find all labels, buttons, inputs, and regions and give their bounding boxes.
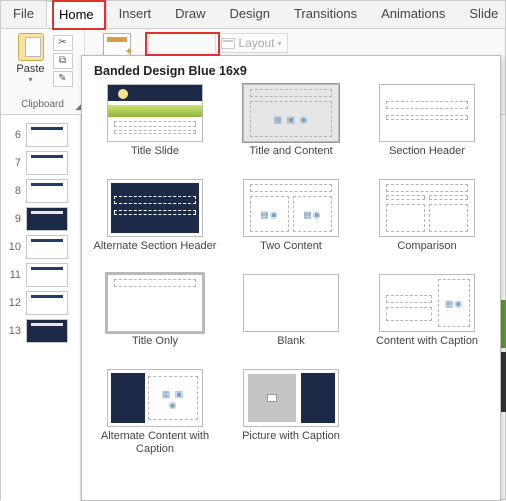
clipboard-group-label: Clipboard <box>7 99 78 112</box>
layout-label: Layout <box>238 36 274 50</box>
layout-grid: Title Slide ▦ ▣ ◉ Title and Content Section… <box>92 84 490 456</box>
layout-option-contentcaption[interactable]: ▦◉ Content with Caption <box>364 274 490 361</box>
slide-thumbnail[interactable]: 9 <box>1 205 80 233</box>
slide-thumbnail-rail[interactable]: 6 7 8 9 10 11 12 13 <box>1 115 81 501</box>
layout-thumbnail <box>379 84 475 142</box>
layout-panel-title: Banded Design Blue 16x9 <box>92 64 490 78</box>
layout-option-label: Title and Content <box>228 145 354 171</box>
layout-option-altsection[interactable]: Alternate Section Header <box>92 179 218 266</box>
tab-draw[interactable]: Draw <box>163 1 217 28</box>
ribbon-tabs: FileHomeInsertDrawDesignTransitionsAnima… <box>1 1 505 29</box>
layout-thumbnail <box>107 274 203 332</box>
slide-preview <box>26 263 68 287</box>
layout-option-blank[interactable]: Blank <box>228 274 354 361</box>
layout-option-label: Content with Caption <box>364 335 490 361</box>
layout-icon <box>221 38 235 49</box>
layout-thumbnail <box>107 179 203 237</box>
layout-thumbnail: ▦◉▦◉ <box>243 179 339 237</box>
slide-number: 13 <box>7 325 21 337</box>
paste-button[interactable]: Paste ▾ <box>13 33 49 84</box>
slide-thumbnail[interactable]: 11 <box>1 261 80 289</box>
slide-number: 9 <box>7 213 21 225</box>
slide-number: 11 <box>7 269 21 281</box>
tab-insert[interactable]: Insert <box>107 1 164 28</box>
layout-thumbnail <box>379 179 475 237</box>
layout-option-label: Section Header <box>364 145 490 171</box>
layout-option-label: Blank <box>228 335 354 361</box>
paste-label: Paste <box>13 63 49 75</box>
slide-number: 12 <box>7 297 21 309</box>
layout-option-label: Alternate Content with Caption <box>92 430 218 456</box>
layout-option-twocontent[interactable]: ▦◉▦◉ Two Content <box>228 179 354 266</box>
layout-option-piccaption[interactable]: Picture with Caption <box>228 369 354 456</box>
slide-preview <box>26 291 68 315</box>
layout-option-label: Comparison <box>364 240 490 266</box>
layout-button[interactable]: Layout ▾ <box>215 33 287 53</box>
clipboard-group: Paste ▾ ✂ ⧉ ✎ Clipboard ◢ <box>1 29 85 114</box>
layout-option-label: Title Only <box>92 335 218 361</box>
slide-preview <box>26 319 68 343</box>
slide-number: 6 <box>7 129 21 141</box>
slide-thumbnail[interactable]: 6 <box>1 121 80 149</box>
copy-button[interactable]: ⧉ <box>53 53 73 69</box>
slide-preview <box>26 235 68 259</box>
slide-preview <box>26 123 68 147</box>
tab-home[interactable]: Home <box>46 1 107 28</box>
layout-option-titleslide[interactable]: Title Slide <box>92 84 218 171</box>
layout-thumbnail <box>243 369 339 427</box>
slide-number: 8 <box>7 185 21 197</box>
new-slide-icon <box>103 33 131 57</box>
layout-thumbnail <box>107 84 203 142</box>
tab-slide[interactable]: Slide <box>457 1 506 28</box>
cut-button[interactable]: ✂ <box>53 35 73 51</box>
paste-icon <box>18 33 44 61</box>
layout-option-sectionheader[interactable]: Section Header <box>364 84 490 171</box>
layout-option-comparison[interactable]: Comparison <box>364 179 490 266</box>
slide-thumbnail[interactable]: 13 <box>1 317 80 345</box>
layout-thumbnail <box>243 274 339 332</box>
tab-design[interactable]: Design <box>218 1 282 28</box>
slide-thumbnail[interactable]: 12 <box>1 289 80 317</box>
slide-thumbnail[interactable]: 7 <box>1 149 80 177</box>
format-painter-button[interactable]: ✎ <box>53 71 73 87</box>
layout-option-titleonly[interactable]: Title Only <box>92 274 218 361</box>
chevron-down-icon: ▾ <box>278 39 282 48</box>
layout-thumbnail: ▦◉ <box>379 274 475 332</box>
slide-preview <box>26 151 68 175</box>
slide-thumbnail[interactable]: 10 <box>1 233 80 261</box>
layout-option-label: Alternate Section Header <box>92 240 218 266</box>
tab-file[interactable]: File <box>1 1 46 28</box>
tab-animations[interactable]: Animations <box>369 1 457 28</box>
slide-number: 10 <box>7 241 21 253</box>
layout-option-titlecontent[interactable]: ▦ ▣ ◉ Title and Content <box>228 84 354 171</box>
layout-option-label: Picture with Caption <box>228 430 354 456</box>
slide-preview <box>26 207 68 231</box>
slide-preview <box>26 179 68 203</box>
layout-dropdown-panel: Banded Design Blue 16x9 Title Slide ▦ ▣ ◉… <box>81 55 501 501</box>
layout-option-label: Title Slide <box>92 145 218 171</box>
slide-number: 7 <box>7 157 21 169</box>
layout-option-label: Two Content <box>228 240 354 266</box>
layout-thumbnail: ▦ ▣ ◉ <box>243 84 339 142</box>
layout-option-altcontentcaption[interactable]: ▦ ▣ ◉ Alternate Content with Caption <box>92 369 218 456</box>
layout-thumbnail: ▦ ▣ ◉ <box>107 369 203 427</box>
tab-transitions[interactable]: Transitions <box>282 1 369 28</box>
slide-thumbnail[interactable]: 8 <box>1 177 80 205</box>
